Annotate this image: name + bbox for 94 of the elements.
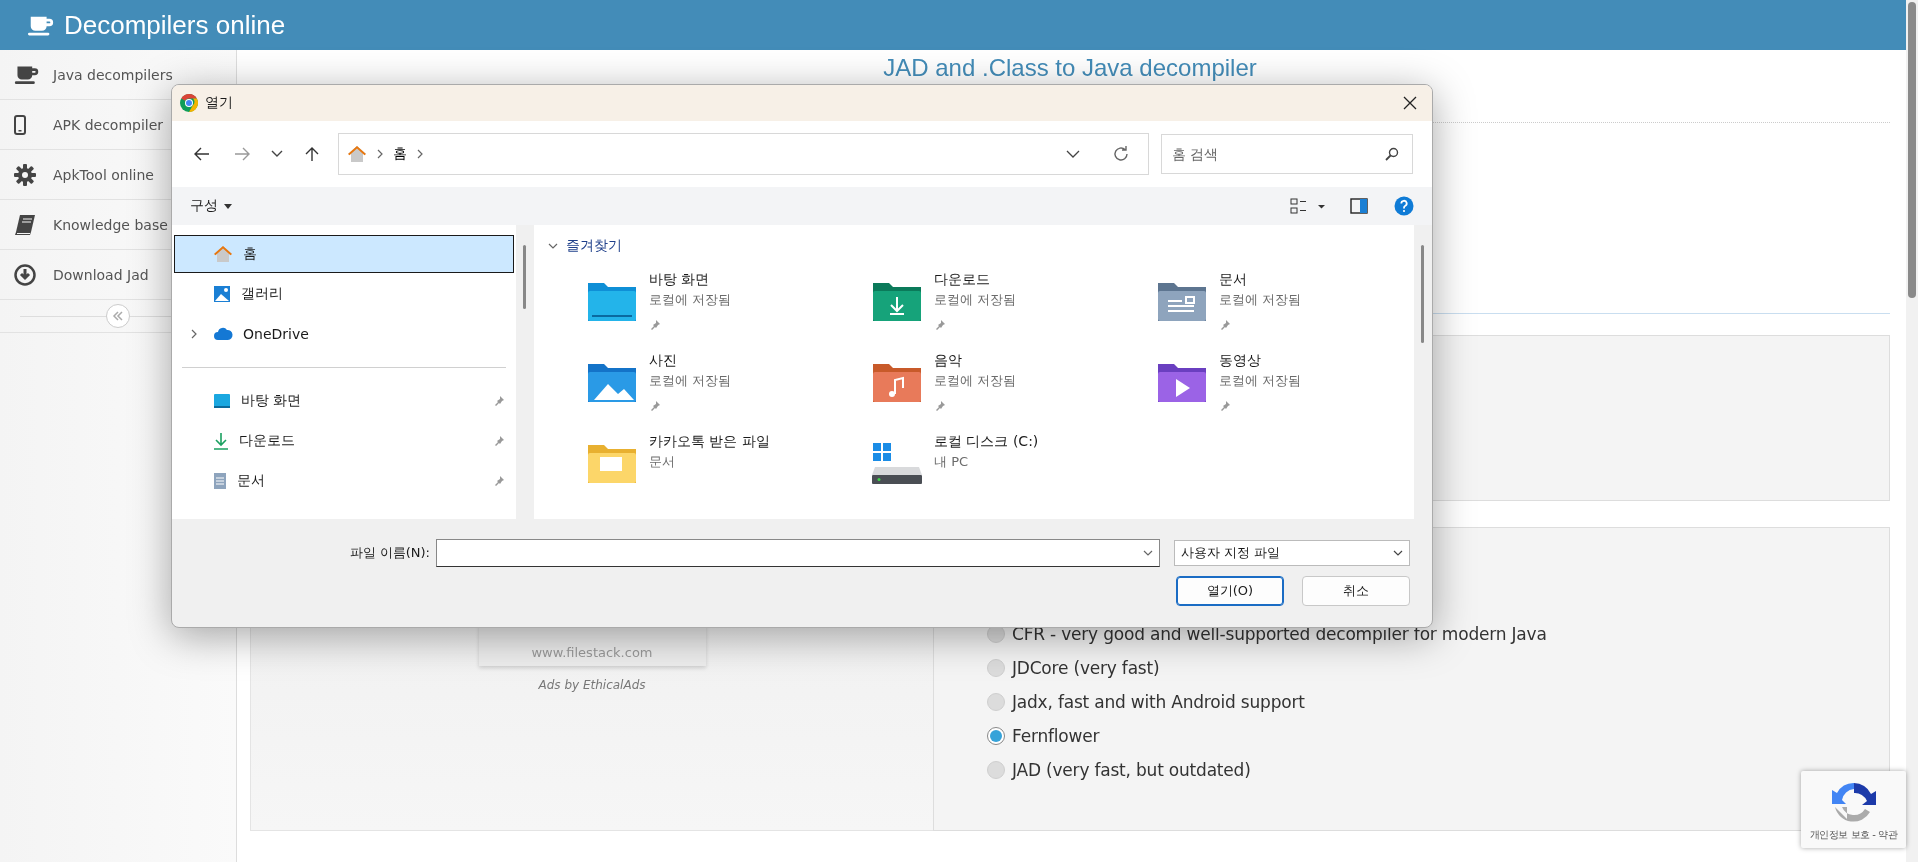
desktop-icon xyxy=(213,393,231,409)
item-location: 로컬에 저장됨 xyxy=(1219,291,1302,309)
home-icon xyxy=(213,244,233,264)
sidebar-link[interactable]: ApkTool online xyxy=(53,166,154,183)
sidebar-link[interactable]: Download Jad xyxy=(53,266,149,283)
search-field[interactable]: 홈 검색 xyxy=(1161,134,1413,174)
page-heading: JAD and .Class to Java decompiler xyxy=(882,54,1258,82)
cup-icon xyxy=(14,64,40,85)
chevron-down-icon xyxy=(271,150,283,158)
view-options-button[interactable] xyxy=(1288,195,1328,217)
search-icon xyxy=(1385,147,1399,161)
open-button[interactable]: 열기(O) xyxy=(1176,576,1284,606)
radio-label[interactable]: Fernflower xyxy=(1012,726,1100,746)
folder-item[interactable]: 사진 로컬에 저장됨 xyxy=(586,352,871,433)
book-icon xyxy=(14,213,36,236)
item-location: 내 PC xyxy=(934,453,970,471)
group-header[interactable]: 즐겨찾기 xyxy=(566,237,622,255)
nav-item[interactable]: 홈 xyxy=(174,235,514,273)
up-arrow-icon xyxy=(305,146,319,162)
folder-item[interactable]: 다운로드 로컬에 저장됨 xyxy=(871,271,1156,352)
home-icon xyxy=(347,144,367,164)
item-name: 음악 xyxy=(934,352,963,370)
privacy-terms-text[interactable]: 개인정보 보호 - 약관 xyxy=(1809,828,1898,842)
phone-icon xyxy=(14,114,26,135)
item-name: 사진 xyxy=(649,352,678,370)
item-location: 로컬에 저장됨 xyxy=(1219,372,1302,390)
radio-button[interactable] xyxy=(987,659,1005,677)
collapse-button[interactable] xyxy=(106,304,130,328)
drive-icon xyxy=(871,441,923,485)
nav-item[interactable]: OneDrive xyxy=(174,315,514,353)
item-name: 다운로드 xyxy=(934,271,991,289)
radio-label[interactable]: JDCore (very fast) xyxy=(1012,658,1160,678)
scrollbar-thumb[interactable] xyxy=(1421,245,1424,343)
sidebar-link[interactable]: Knowledge base xyxy=(53,216,168,233)
folder-item[interactable]: 바탕 화면 로컬에 저장됨 xyxy=(586,271,871,352)
item-location: 문서 xyxy=(649,453,676,471)
folder-item[interactable]: 음악 로컬에 저장됨 xyxy=(871,352,1156,433)
download-icon xyxy=(213,432,229,450)
chevron-down-icon[interactable] xyxy=(1066,150,1080,158)
organize-menu[interactable]: 구성 xyxy=(188,195,234,217)
ad-url: www.filestack.com xyxy=(531,645,653,660)
item-name: 동영상 xyxy=(1219,352,1262,370)
breadcrumb[interactable]: 홈 xyxy=(393,145,407,163)
item-location: 로컬에 저장됨 xyxy=(649,291,732,309)
gallery-icon xyxy=(213,285,231,303)
document-icon xyxy=(213,472,227,490)
chevron-down-icon xyxy=(1393,550,1403,556)
right-arrow-icon xyxy=(234,147,250,161)
item-name: 카카오톡 받은 파일 xyxy=(649,433,770,451)
radio-button[interactable] xyxy=(987,761,1005,779)
refresh-icon[interactable] xyxy=(1112,145,1130,163)
gear-icon xyxy=(14,163,36,186)
ad-credit[interactable]: Ads by EthicalAds xyxy=(538,678,646,692)
double-chevron-icon xyxy=(112,311,124,321)
nav-item[interactable]: 다운로드 xyxy=(174,422,514,460)
filename-label: 파일 이름(N): xyxy=(349,544,430,562)
folder-item[interactable]: 카카오톡 받은 파일 문서 xyxy=(586,433,871,514)
help-button[interactable] xyxy=(1392,194,1416,218)
scrollbar-thumb[interactable] xyxy=(523,245,526,309)
file-type-dropdown[interactable]: 사용자 지정 파일 xyxy=(1174,540,1410,566)
sidebar-link[interactable]: Java decompilers xyxy=(53,66,173,83)
chevron-right-icon xyxy=(415,149,425,159)
download-icon xyxy=(14,263,36,286)
nav-item[interactable]: 갤러리 xyxy=(174,275,514,313)
folder-item[interactable]: 문서 로컬에 저장됨 xyxy=(1156,271,1432,352)
site-title[interactable]: Decompilers online xyxy=(64,9,286,41)
scrollbar-thumb[interactable] xyxy=(1908,2,1916,298)
address-bar[interactable]: 홈 xyxy=(338,133,1149,175)
preview-pane-button[interactable] xyxy=(1348,196,1370,216)
item-location: 로컬에 저장됨 xyxy=(649,372,732,390)
item-location: 로컬에 저장됨 xyxy=(934,372,1017,390)
nav-item[interactable]: 문서 xyxy=(174,462,514,500)
item-name: 바탕 화면 xyxy=(649,271,711,289)
nav-item[interactable]: 바탕 화면 xyxy=(174,382,514,420)
item-location: 로컬에 저장됨 xyxy=(934,291,1017,309)
radio-button[interactable] xyxy=(987,727,1005,745)
chevron-down-icon xyxy=(1143,548,1153,558)
item-name: 로컬 디스크 (C:) xyxy=(934,433,1039,451)
close-icon xyxy=(1403,96,1417,110)
filename-field[interactable] xyxy=(436,539,1160,567)
radio-label[interactable]: JAD (very fast, but outdated) xyxy=(1012,760,1251,780)
radio-label[interactable]: Jadx, fast and with Android support xyxy=(1012,692,1305,712)
sidebar-link[interactable]: APK decompiler xyxy=(53,116,164,133)
item-name: 문서 xyxy=(1219,271,1248,289)
dialog-title: 열기 xyxy=(205,94,234,112)
cloud-icon xyxy=(213,327,233,341)
caret-icon xyxy=(224,203,232,209)
chevron-right-icon xyxy=(375,149,385,159)
folder-item[interactable]: 동영상 로컬에 저장됨 xyxy=(1156,352,1432,433)
folder-item[interactable]: 로컬 디스크 (C:) 내 PC xyxy=(871,433,1156,514)
radio-button[interactable] xyxy=(987,693,1005,711)
cancel-button[interactable]: 취소 xyxy=(1302,576,1410,606)
left-arrow-icon xyxy=(194,147,210,161)
browser-logo-icon xyxy=(179,93,199,113)
